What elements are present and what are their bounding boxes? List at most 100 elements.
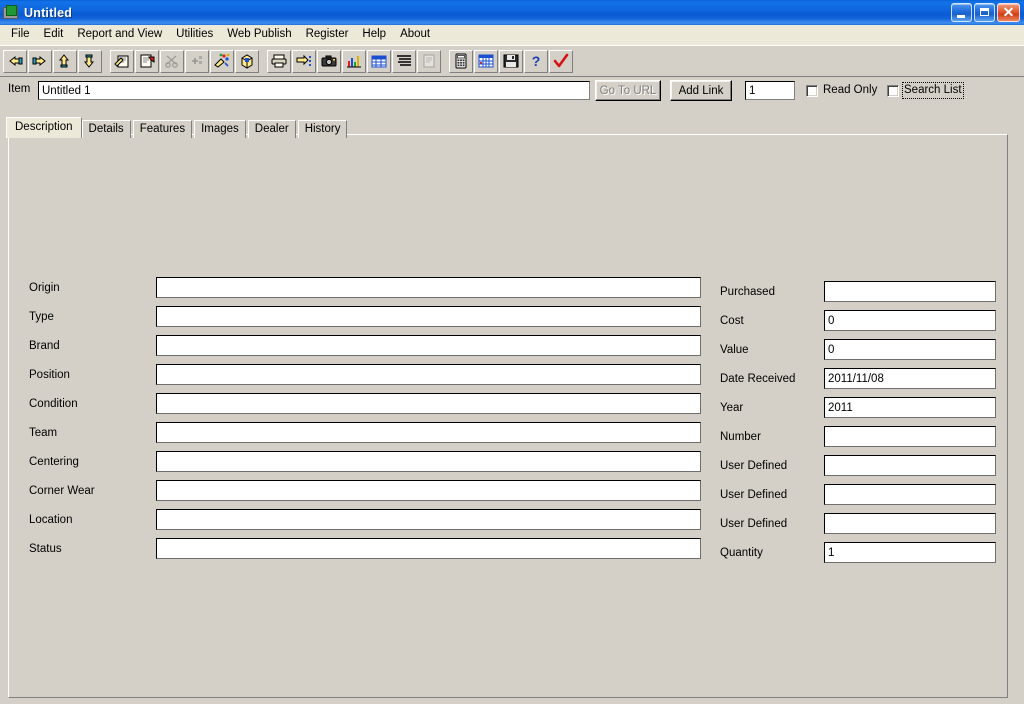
help-icon[interactable]: ? xyxy=(524,49,548,73)
field-label-date-received: Date Received xyxy=(720,373,796,385)
search-list-label: Search List xyxy=(902,82,964,99)
item-input[interactable]: Untitled 1 xyxy=(38,81,590,100)
hand-up-icon[interactable] xyxy=(53,49,77,73)
minimize-button[interactable] xyxy=(951,3,972,22)
field-label-status: Status xyxy=(29,543,62,555)
field-input-user-defined-1[interactable] xyxy=(824,455,996,476)
cut-record-icon xyxy=(160,49,184,73)
field-label-quantity: Quantity xyxy=(720,547,763,559)
tab-dealer[interactable]: Dealer xyxy=(247,120,296,138)
field-input-type[interactable] xyxy=(156,306,701,327)
menu-item-file[interactable]: File xyxy=(4,26,37,44)
field-input-number[interactable] xyxy=(824,426,996,447)
paint-icon[interactable] xyxy=(210,49,234,73)
toolbar-separator xyxy=(260,50,267,73)
field-input-user-defined-3[interactable] xyxy=(824,513,996,534)
toolbar-separator xyxy=(103,50,110,73)
field-input-position[interactable] xyxy=(156,364,701,385)
field-input-origin[interactable] xyxy=(156,277,701,298)
menu-item-report-and-view[interactable]: Report and View xyxy=(70,26,169,44)
field-label-purchased: Purchased xyxy=(720,286,775,298)
field-label-position: Position xyxy=(29,369,70,381)
field-label-year: Year xyxy=(720,402,744,414)
menu-item-help[interactable]: Help xyxy=(355,26,393,44)
print-icon[interactable] xyxy=(267,49,291,73)
field-input-cost[interactable]: 0 xyxy=(824,310,996,331)
checkmark-icon[interactable] xyxy=(549,49,573,73)
calendar-icon[interactable] xyxy=(474,49,498,73)
search-list-checkbox-group[interactable]: Search List xyxy=(887,82,964,99)
menu-item-utilities[interactable]: Utilities xyxy=(169,26,220,44)
field-input-year[interactable]: 2011 xyxy=(824,397,996,418)
new-record-icon[interactable] xyxy=(135,49,159,73)
hand-first-icon[interactable] xyxy=(3,49,27,73)
field-input-value[interactable]: 0 xyxy=(824,339,996,360)
tab-history[interactable]: History xyxy=(297,120,348,138)
field-label-corner-wear: Corner Wear xyxy=(29,485,95,497)
toolbar-separator xyxy=(442,50,449,73)
field-label-user-defined-1: User Defined xyxy=(720,460,788,472)
tab-panel-description: Origin Type Brand Position Condition Tea… xyxy=(8,134,1008,698)
item-label: Item xyxy=(8,83,31,95)
field-input-location[interactable] xyxy=(156,509,701,530)
field-input-quantity[interactable]: 1 xyxy=(824,542,996,563)
menu-item-edit[interactable]: Edit xyxy=(37,26,71,44)
list-icon[interactable] xyxy=(392,49,416,73)
hand-down-icon[interactable] xyxy=(78,49,102,73)
field-input-corner-wear[interactable] xyxy=(156,480,701,501)
field-input-purchased[interactable] xyxy=(824,281,996,302)
print-preview-icon[interactable] xyxy=(292,49,316,73)
report-icon xyxy=(417,49,441,73)
tab-description[interactable]: Description xyxy=(6,117,82,138)
close-button[interactable]: ✕ xyxy=(997,3,1020,22)
field-input-status[interactable] xyxy=(156,538,701,559)
camera-icon[interactable] xyxy=(317,49,341,73)
field-input-brand[interactable] xyxy=(156,335,701,356)
window-title: Untitled xyxy=(24,5,73,20)
search-list-checkbox[interactable] xyxy=(887,84,899,97)
add-rows-icon xyxy=(185,49,209,73)
menu-bar: File Edit Report and View Utilities Web … xyxy=(0,25,1024,45)
read-only-checkbox[interactable] xyxy=(806,84,818,97)
menu-item-about[interactable]: About xyxy=(393,26,437,44)
edit-record-icon[interactable] xyxy=(110,49,134,73)
tab-images[interactable]: Images xyxy=(194,120,246,138)
calculator-icon[interactable] xyxy=(449,49,473,73)
field-label-user-defined-2: User Defined xyxy=(720,489,788,501)
save-icon[interactable] xyxy=(499,49,523,73)
menu-item-web-publish[interactable]: Web Publish xyxy=(220,26,298,44)
package-icon[interactable] xyxy=(235,49,259,73)
tab-details[interactable]: Details xyxy=(81,120,131,138)
field-label-brand: Brand xyxy=(29,340,60,352)
application-window: Untitled ✕ File Edit Report and View Uti… xyxy=(0,0,1024,704)
menu-item-register[interactable]: Register xyxy=(299,26,356,44)
field-label-user-defined-3: User Defined xyxy=(720,518,788,530)
field-input-date-received[interactable]: 2011/11/08 xyxy=(824,368,996,389)
field-label-origin: Origin xyxy=(29,282,60,294)
toolbar: ? xyxy=(0,45,1024,77)
grid-icon[interactable] xyxy=(367,49,391,73)
field-input-team[interactable] xyxy=(156,422,701,443)
add-link-button[interactable]: Add Link xyxy=(670,80,732,101)
go-to-url-button: Go To URL xyxy=(595,80,661,101)
svg-text:?: ? xyxy=(532,53,541,69)
chart-icon[interactable] xyxy=(342,49,366,73)
field-input-user-defined-2[interactable] xyxy=(824,484,996,505)
field-input-centering[interactable] xyxy=(156,451,701,472)
field-input-condition[interactable] xyxy=(156,393,701,414)
field-label-type: Type xyxy=(29,311,54,323)
field-label-value: Value xyxy=(720,344,749,356)
title-bar: Untitled ✕ xyxy=(0,0,1024,25)
record-number-input[interactable]: 1 xyxy=(745,81,795,100)
field-label-team: Team xyxy=(29,427,58,439)
window-controls: ✕ xyxy=(951,3,1022,22)
tab-features[interactable]: Features xyxy=(132,120,193,138)
hand-previous-icon[interactable] xyxy=(28,49,52,73)
field-label-location: Location xyxy=(29,514,73,526)
tab-strip: Description Details Features Images Deal… xyxy=(6,117,349,138)
read-only-checkbox-group[interactable]: Read Only xyxy=(806,84,877,97)
read-only-label: Read Only xyxy=(823,84,878,96)
field-label-cost: Cost xyxy=(720,315,744,327)
maximize-button[interactable] xyxy=(974,3,995,22)
application-icon xyxy=(3,5,19,20)
